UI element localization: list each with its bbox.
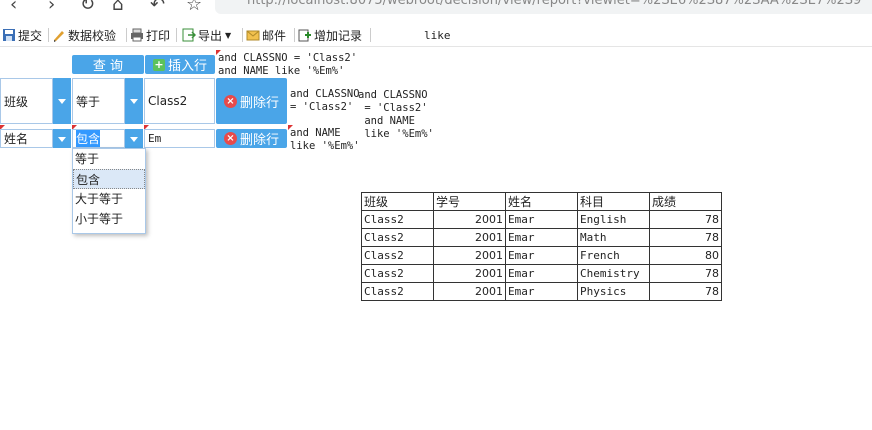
- filter-field-select[interactable]: 班级: [0, 78, 53, 124]
- undo-icon[interactable]: ↶: [150, 0, 165, 15]
- star-icon[interactable]: ☆: [186, 0, 202, 15]
- table-cell: French: [577, 246, 650, 265]
- delete-icon: ×: [223, 132, 237, 145]
- filter-operator-select[interactable]: 等于: [72, 78, 125, 124]
- printer-icon: [131, 28, 143, 42]
- table-cell: Chemistry: [577, 264, 650, 283]
- delete-icon: ×: [223, 94, 237, 108]
- column-header: 科目: [577, 192, 650, 211]
- query-button[interactable]: 查 询: [72, 55, 144, 74]
- save-icon: [3, 29, 15, 41]
- export-icon: [182, 28, 196, 42]
- table-cell: Class2: [361, 228, 434, 247]
- table-cell: Emar: [505, 264, 578, 283]
- filter-operator-select[interactable]: 包含: [72, 129, 125, 148]
- chevron-down-icon: ▼: [225, 30, 232, 40]
- table-cell: Emar: [505, 228, 578, 247]
- delete-row-button[interactable]: × 删除行: [216, 78, 287, 124]
- chevron-down-icon[interactable]: [125, 78, 143, 124]
- table-row: Class2 2001 Emar French 80: [361, 246, 722, 265]
- table-cell: 2001: [433, 282, 506, 301]
- result-table: 班级 学号 姓名 科目 成绩 Class2 2001 Emar English …: [361, 192, 722, 301]
- table-cell: Emar: [505, 282, 578, 301]
- filter-value-input[interactable]: Em: [144, 129, 215, 148]
- dropdown-option[interactable]: 大于等于: [73, 189, 145, 209]
- toolbar-divider: [126, 28, 127, 42]
- back-icon[interactable]: ‹: [10, 0, 17, 15]
- sql-row1-a: and CLASSNO = 'Class2': [290, 88, 360, 113]
- dropdown-option[interactable]: 等于: [73, 149, 145, 169]
- report-toolbar: 提交 数据校验 打印 导出 ▼ 邮件 增加记录 like: [0, 24, 872, 47]
- print-button[interactable]: 打印: [130, 27, 170, 43]
- table-cell: Class2: [361, 210, 434, 229]
- table-cell: Class2: [361, 246, 434, 265]
- table-cell: 78: [649, 210, 722, 229]
- column-header: 姓名: [505, 192, 578, 211]
- mail-button[interactable]: 邮件: [246, 27, 286, 43]
- toolbar-divider: [176, 28, 177, 42]
- table-cell: 78: [649, 282, 722, 301]
- column-header: 班级: [361, 192, 434, 211]
- table-cell: Math: [577, 228, 650, 247]
- insert-row-button[interactable]: + 插入行: [145, 55, 215, 74]
- table-row: Class2 2001 Emar Math 78: [361, 228, 722, 247]
- toolbar-divider: [48, 28, 49, 42]
- table-cell: 78: [649, 228, 722, 247]
- home-icon[interactable]: ⌂: [112, 0, 123, 15]
- table-cell: English: [577, 210, 650, 229]
- pen-icon: [54, 31, 64, 42]
- delete-row-button[interactable]: × 删除行: [216, 129, 287, 148]
- toolbar-divider: [294, 28, 295, 42]
- validate-button[interactable]: 数据校验: [52, 27, 116, 43]
- submit-button[interactable]: 提交: [2, 27, 42, 43]
- mail-icon: [246, 30, 260, 41]
- add-record-button[interactable]: 增加记录: [298, 27, 362, 43]
- toolbar-text: like: [424, 28, 451, 42]
- table-cell: 2001: [433, 246, 506, 265]
- url-text: http://localhost:8075/webroot/decision/v…: [247, 0, 862, 8]
- table-cell: 78: [649, 264, 722, 283]
- toolbar-divider: [370, 28, 371, 42]
- chevron-down-icon[interactable]: [53, 78, 71, 124]
- table-row: Class2 2001 Emar Chemistry 78: [361, 264, 722, 283]
- forward-icon[interactable]: ›: [48, 0, 55, 15]
- filter-value-input[interactable]: Class2: [144, 78, 215, 124]
- column-header: 学号: [433, 192, 506, 211]
- table-cell: Class2: [361, 264, 434, 283]
- table-header-row: 班级 学号 姓名 科目 成绩: [361, 192, 722, 211]
- sql-row2-a: and NAME like '%Em%': [290, 127, 360, 152]
- add-record-icon: [298, 29, 311, 42]
- dropdown-option[interactable]: 小于等于: [73, 209, 145, 229]
- table-cell: Class2: [361, 282, 434, 301]
- filter-field-select[interactable]: 姓名: [0, 129, 53, 148]
- table-cell: 2001: [433, 228, 506, 247]
- reload-icon[interactable]: ↻: [80, 0, 95, 15]
- table-row: Class2 2001 Emar Physics 78: [361, 282, 722, 301]
- chevron-down-icon[interactable]: [125, 129, 143, 148]
- dropdown-option[interactable]: 包含: [73, 169, 145, 189]
- table-cell: 80: [649, 246, 722, 265]
- column-header: 成绩: [649, 192, 722, 211]
- operator-dropdown-list: 等于 包含 大于等于 小于等于: [72, 148, 146, 234]
- address-bar[interactable]: http://localhost:8075/webroot/decision/v…: [215, 0, 872, 14]
- export-button[interactable]: 导出 ▼: [182, 27, 231, 43]
- table-cell: 2001: [433, 264, 506, 283]
- chevron-down-icon[interactable]: [53, 129, 71, 148]
- sql-top: and CLASSNO = 'Class2' and NAME like '%E…: [218, 52, 358, 77]
- sql-row1-b: and CLASSNO = 'Class2' and NAME like '%E…: [358, 89, 434, 140]
- plus-icon: +: [152, 57, 165, 71]
- browser-chrome: ‹ › ↻ ⌂ ↶ ☆ http://localhost:8075/webroo…: [0, 0, 872, 20]
- table-row: Class2 2001 Emar English 78: [361, 210, 722, 229]
- table-cell: Emar: [505, 210, 578, 229]
- table-cell: Physics: [577, 282, 650, 301]
- table-cell: Emar: [505, 246, 578, 265]
- table-cell: 2001: [433, 210, 506, 229]
- toolbar-divider: [242, 28, 243, 42]
